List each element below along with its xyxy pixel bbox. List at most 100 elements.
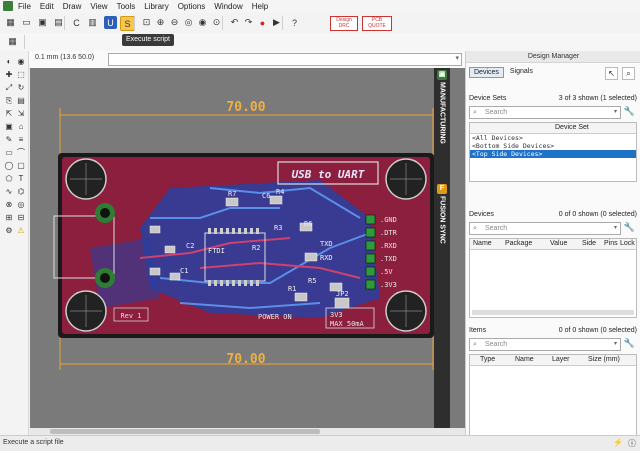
device-set-row[interactable]: <Bottom Side Devices> <box>470 142 636 150</box>
column-name[interactable]: Name <box>473 240 492 247</box>
items-search-input[interactable]: ⌕ Search ▾ <box>469 338 621 351</box>
pcb-drawing[interactable]: 70.00 70.00 USB to UART Rev 1 POWER ON 3… <box>30 68 465 428</box>
menu-tools[interactable]: Tools <box>117 0 136 13</box>
scroll-thumb[interactable] <box>50 429 320 434</box>
tool-icon[interactable]: ⤢ <box>4 83 14 93</box>
undo-icon[interactable]: ↶ <box>228 16 241 29</box>
menu-draw[interactable]: Draw <box>63 0 82 13</box>
device-set-row[interactable]: <Top Side Devices> <box>470 150 636 158</box>
tool-icon[interactable]: ⚠ <box>16 226 26 236</box>
column-layer[interactable]: Layer <box>552 356 570 363</box>
tab-devices[interactable]: Devices <box>469 67 504 78</box>
tool-icon[interactable]: ≡ <box>16 135 26 145</box>
silkscreen-hint: RXD <box>320 254 333 262</box>
tool-icon[interactable]: ▣ <box>4 122 14 132</box>
zoom-fit-icon[interactable]: ⊡ <box>140 16 153 29</box>
export-icon[interactable]: ▥ <box>86 16 99 29</box>
tool-icon[interactable]: ⊗ <box>4 200 14 210</box>
tool-icon[interactable]: ◎ <box>16 200 26 210</box>
redo-icon[interactable]: ↷ <box>242 16 255 29</box>
canvas-horizontal-scrollbar[interactable] <box>30 428 465 435</box>
tab-manufacturing[interactable]: ▣ MANUFACTURING <box>434 68 450 158</box>
column-value[interactable]: Value <box>550 240 567 247</box>
cam-icon[interactable]: C <box>70 16 83 29</box>
tab-fusion-sync[interactable]: F FUSION SYNC <box>434 182 450 272</box>
menu-library[interactable]: Library <box>144 0 168 13</box>
tool-icon[interactable]: ⊟ <box>16 213 26 223</box>
device-set-row[interactable]: <All Devices> <box>470 134 636 142</box>
items-list[interactable]: Type Name Layer Size (mm) <box>469 354 637 436</box>
tool-icon[interactable]: ✎ <box>4 135 14 145</box>
tool-icon[interactable]: ◐ <box>4 57 14 67</box>
component-ref-label: C1 <box>180 267 188 275</box>
tool-icon[interactable]: ⇲ <box>16 109 26 119</box>
chevron-down-icon[interactable]: ▾ <box>614 223 617 234</box>
device-sets-search-input[interactable]: ⌕ Search ▾ <box>469 106 621 119</box>
zoom-out-icon[interactable]: ⊖ <box>168 16 181 29</box>
column-type[interactable]: Type <box>480 356 495 363</box>
menu-help[interactable]: Help <box>252 0 268 13</box>
device-sets-list[interactable]: Device Set <All Devices> <Bottom Side Dev… <box>469 122 637 182</box>
column-pins[interactable]: Pins <box>604 240 618 247</box>
tool-icon[interactable]: ⇱ <box>4 109 14 119</box>
tool-icon[interactable]: ⎘ <box>4 96 14 106</box>
tool-icon[interactable]: ⌬ <box>16 187 26 197</box>
grid-icon[interactable]: ▦ <box>4 16 17 29</box>
info-icon[interactable]: ⓘ <box>628 438 636 449</box>
menu-options[interactable]: Options <box>178 0 206 13</box>
tool-icon[interactable]: ⌂ <box>16 122 26 132</box>
tool-icon[interactable]: ⬚ <box>16 70 26 80</box>
chevron-down-icon[interactable]: ▾ <box>614 339 617 350</box>
wrench-icon[interactable]: 🔧 <box>624 106 635 117</box>
devices-list[interactable]: Name Package Value Side Pins Lock <box>469 238 637 318</box>
open-icon[interactable]: ▭ <box>20 16 33 29</box>
devices-search-input[interactable]: ⌕ Search ▾ <box>469 222 621 235</box>
tool-icon[interactable]: ⬠ <box>4 174 14 184</box>
column-lock[interactable]: Lock <box>620 240 635 247</box>
tab-signals[interactable]: Signals <box>506 67 537 78</box>
menu-view[interactable]: View <box>90 0 107 13</box>
wrench-icon[interactable]: 🔧 <box>624 222 635 233</box>
tool-icon[interactable]: ◉ <box>16 57 26 67</box>
tool-icon[interactable]: ⚙ <box>4 226 14 236</box>
script-icon[interactable]: S <box>120 16 135 31</box>
tool-icon[interactable]: ↻ <box>16 83 26 93</box>
tool-icon[interactable]: ◯ <box>4 161 14 171</box>
component-ref-label: JP2 <box>336 290 349 298</box>
column-device-set[interactable]: Device Set <box>555 124 589 131</box>
tool-icon[interactable]: ▭ <box>4 148 14 158</box>
tool-icon[interactable]: ▢ <box>16 161 26 171</box>
command-line-input[interactable]: ▾ <box>108 53 462 66</box>
tool-icon[interactable]: ⌒ <box>16 148 26 158</box>
zoom-search-icon[interactable]: ⌕ <box>622 67 635 80</box>
devices-scrollbar[interactable] <box>472 310 634 315</box>
design-drc-button[interactable]: Design DRC <box>330 16 358 31</box>
help-icon[interactable]: ? <box>288 16 301 29</box>
wrench-icon[interactable]: 🔧 <box>624 338 635 349</box>
column-side[interactable]: Side <box>582 240 596 247</box>
pcb-quote-button[interactable]: PCB QUOTE <box>362 16 392 31</box>
tool-icon[interactable]: ✚ <box>4 70 14 80</box>
ulp-icon[interactable]: U <box>104 16 117 29</box>
tool-icon[interactable]: T <box>16 174 26 184</box>
stop-icon[interactable]: ● <box>256 16 269 29</box>
menu-edit[interactable]: Edit <box>40 0 54 13</box>
layer-grid-icon[interactable]: ▦ <box>6 35 19 48</box>
board-canvas[interactable]: 70.00 70.00 USB to UART Rev 1 POWER ON 3… <box>30 68 465 428</box>
select-pointer-icon[interactable]: ↖ <box>605 67 618 80</box>
zoom-prev-icon[interactable]: ◎ <box>182 16 195 29</box>
column-size-mm-[interactable]: Size (mm) <box>588 356 620 363</box>
zoom-redraw-icon[interactable]: ◉ <box>196 16 209 29</box>
save-icon[interactable]: ▣ <box>36 16 49 29</box>
zoom-in-icon[interactable]: ⊕ <box>154 16 167 29</box>
chevron-down-icon[interactable]: ▾ <box>614 107 617 118</box>
column-package[interactable]: Package <box>505 240 532 247</box>
tool-icon[interactable]: ∿ <box>4 187 14 197</box>
menu-window[interactable]: Window <box>214 0 242 13</box>
items-count: 0 of 0 shown (0 selected) <box>558 327 637 334</box>
chevron-down-icon[interactable]: ▾ <box>455 54 459 62</box>
column-name[interactable]: Name <box>515 356 534 363</box>
tool-icon[interactable]: ⊞ <box>4 213 14 223</box>
tool-icon[interactable]: ▤ <box>16 96 26 106</box>
menu-file[interactable]: File <box>18 0 31 13</box>
